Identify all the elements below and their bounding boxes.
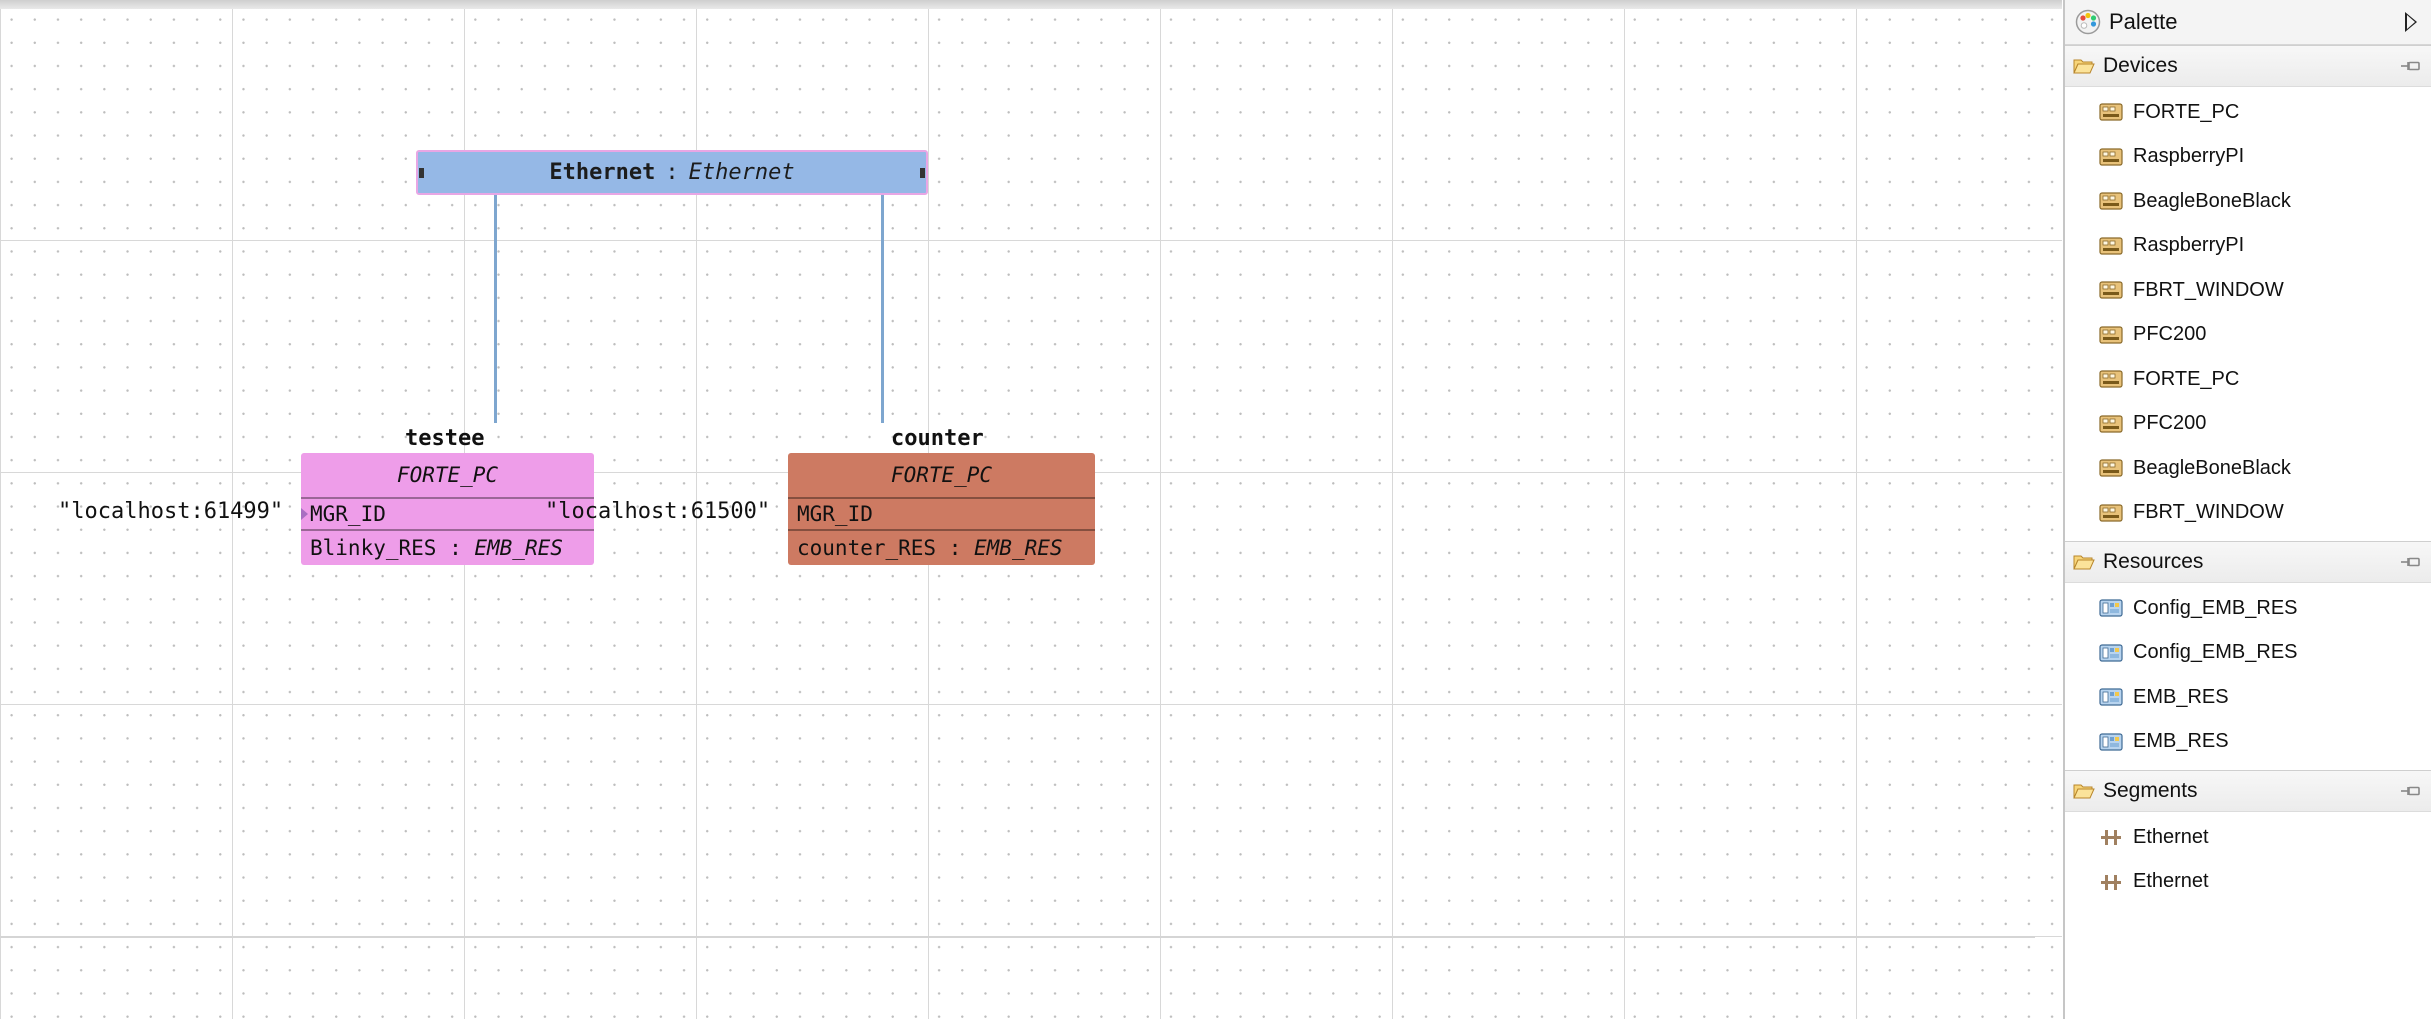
- device-type: FORTE_PC: [890, 463, 993, 487]
- resource-type: EMB_RES: [974, 535, 1063, 560]
- palette-item[interactable]: Config_EMB_RES: [2065, 586, 2431, 631]
- palette-item-label: Ethernet: [2133, 825, 2209, 848]
- segment-link-testee[interactable]: [494, 195, 497, 423]
- drawer-items-segments: Ethernet Ethernet: [2065, 812, 2431, 910]
- resource-separator: :: [936, 535, 975, 560]
- segment-right-anchor: [920, 168, 925, 178]
- param-marker-icon: [301, 508, 308, 520]
- device-icon: [2099, 326, 2123, 344]
- palette-header[interactable]: Palette: [2065, 0, 2431, 45]
- device-name-counter: counter: [891, 426, 984, 451]
- ethernet-segment[interactable]: Ethernet : Ethernet: [416, 150, 928, 195]
- palette-item-label: PFC200: [2133, 323, 2207, 346]
- palette-item-label: FORTE_PC: [2133, 367, 2240, 390]
- param-name: MGR_ID: [310, 502, 386, 526]
- palette-item-label: Config_EMB_RES: [2133, 596, 2298, 619]
- segment-name: Ethernet: [549, 160, 656, 185]
- palette-item[interactable]: BeagleBoneBlack: [2065, 446, 2431, 491]
- palette-drawers: Devices FORTE_PC RaspberryPI BeagleBoneBlac…: [2065, 45, 2431, 910]
- device-icon: [2099, 459, 2123, 477]
- palette-item[interactable]: FBRT_WINDOW: [2065, 491, 2431, 536]
- pin-icon[interactable]: [2399, 59, 2421, 73]
- device-icon: [2099, 370, 2123, 388]
- palette-item-label: Ethernet: [2133, 870, 2209, 893]
- palette-item[interactable]: Config_EMB_RES: [2065, 631, 2431, 676]
- pin-icon[interactable]: [2399, 555, 2421, 569]
- drawer-items-resources: Config_EMB_RES Config_EMB_RES EMB_RES EMB_R…: [2065, 583, 2431, 770]
- device-param-mgr-id[interactable]: MGR_ID: [788, 497, 1095, 529]
- palette-item-label: BeagleBoneBlack: [2133, 189, 2291, 212]
- palette-item[interactable]: FORTE_PC: [2065, 357, 2431, 402]
- palette-item-label: EMB_RES: [2133, 730, 2229, 753]
- palette-item-label: FBRT_WINDOW: [2133, 501, 2284, 524]
- device-counter[interactable]: FORTE_PC MGR_ID counter_RES : EMB_RES: [788, 453, 1095, 565]
- device-name-testee: testee: [405, 426, 485, 451]
- resource-icon: [2099, 644, 2123, 662]
- palette-item-label: FBRT_WINDOW: [2133, 278, 2284, 301]
- drawer-header-resources[interactable]: Resources: [2065, 541, 2431, 583]
- drawer-title: Segments: [2103, 779, 2198, 802]
- drawer-title: Resources: [2103, 550, 2204, 573]
- palette-item-label: FORTE_PC: [2133, 100, 2240, 123]
- palette-item[interactable]: Ethernet: [2065, 815, 2431, 860]
- palette-item[interactable]: Ethernet: [2065, 860, 2431, 905]
- resource-type: EMB_RES: [474, 535, 563, 560]
- palette-item-label: RaspberryPI: [2133, 234, 2245, 257]
- folder-open-icon: [2073, 555, 2095, 570]
- drawer-items-devices: FORTE_PC RaspberryPI BeagleBoneBlack Raspbe…: [2065, 87, 2431, 541]
- system-configuration-canvas[interactable]: Ethernet : Ethernet testee "localhost:61…: [0, 0, 2062, 1019]
- palette-item-label: EMB_RES: [2133, 685, 2229, 708]
- palette-item[interactable]: PFC200: [2065, 402, 2431, 447]
- segment-icon: [2101, 874, 2121, 890]
- drawer-title: Devices: [2103, 54, 2178, 77]
- device-icon: [2099, 148, 2123, 166]
- palette-item[interactable]: RaspberryPI: [2065, 135, 2431, 180]
- palette-collapse-icon[interactable]: [2405, 12, 2417, 32]
- segment-separator: :: [665, 160, 679, 185]
- segment-left-anchor: [419, 168, 424, 178]
- device-icon: [2099, 415, 2123, 433]
- segment-icon: [2101, 830, 2121, 846]
- resource-counter-res[interactable]: counter_RES : EMB_RES: [788, 529, 1095, 564]
- resource-icon: [2099, 599, 2123, 617]
- device-icon: [2099, 103, 2123, 121]
- device-icon: [2099, 192, 2123, 210]
- segment-type: Ethernet: [688, 160, 795, 185]
- resource-icon: [2099, 688, 2123, 706]
- palette-icon: [2075, 9, 2101, 35]
- drawer-header-segments[interactable]: Segments: [2065, 770, 2431, 812]
- param-name: MGR_ID: [797, 502, 873, 526]
- param-value-counter-mgr-id[interactable]: "localhost:61500": [545, 499, 770, 524]
- resource-name: counter_RES: [797, 535, 937, 560]
- palette-title: Palette: [2109, 9, 2178, 34]
- device-icon: [2099, 237, 2123, 255]
- folder-open-icon: [2073, 784, 2095, 799]
- palette-item-label: PFC200: [2133, 412, 2207, 435]
- palette-item[interactable]: FORTE_PC: [2065, 90, 2431, 135]
- canvas-horizontal-scrollbar-edge: [0, 936, 2035, 938]
- resource-icon: [2099, 733, 2123, 751]
- segment-link-counter[interactable]: [881, 195, 884, 423]
- palette-item[interactable]: RaspberryPI: [2065, 224, 2431, 269]
- palette-item[interactable]: PFC200: [2065, 313, 2431, 358]
- palette-item-label: RaspberryPI: [2133, 145, 2245, 168]
- param-value-testee-mgr-id[interactable]: "localhost:61499": [58, 499, 283, 524]
- editor-top-border: [0, 0, 2062, 9]
- palette-item-label: BeagleBoneBlack: [2133, 456, 2291, 479]
- folder-open-icon: [2073, 59, 2095, 74]
- pin-icon[interactable]: [2399, 784, 2421, 798]
- device-icon: [2099, 281, 2123, 299]
- resource-name: Blinky_RES: [310, 535, 437, 560]
- device-type: FORTE_PC: [396, 463, 499, 487]
- palette-item[interactable]: FBRT_WINDOW: [2065, 268, 2431, 313]
- palette-panel: Palette Devices FORTE_PC RaspberryPI Beagle…: [2063, 0, 2431, 1019]
- palette-item[interactable]: EMB_RES: [2065, 720, 2431, 765]
- palette-item-label: Config_EMB_RES: [2133, 641, 2298, 664]
- device-icon: [2099, 504, 2123, 522]
- palette-item[interactable]: EMB_RES: [2065, 675, 2431, 720]
- palette-item[interactable]: BeagleBoneBlack: [2065, 179, 2431, 224]
- drawer-header-devices[interactable]: Devices: [2065, 45, 2431, 87]
- resource-blinky-res[interactable]: Blinky_RES : EMB_RES: [301, 529, 594, 564]
- resource-separator: :: [436, 535, 475, 560]
